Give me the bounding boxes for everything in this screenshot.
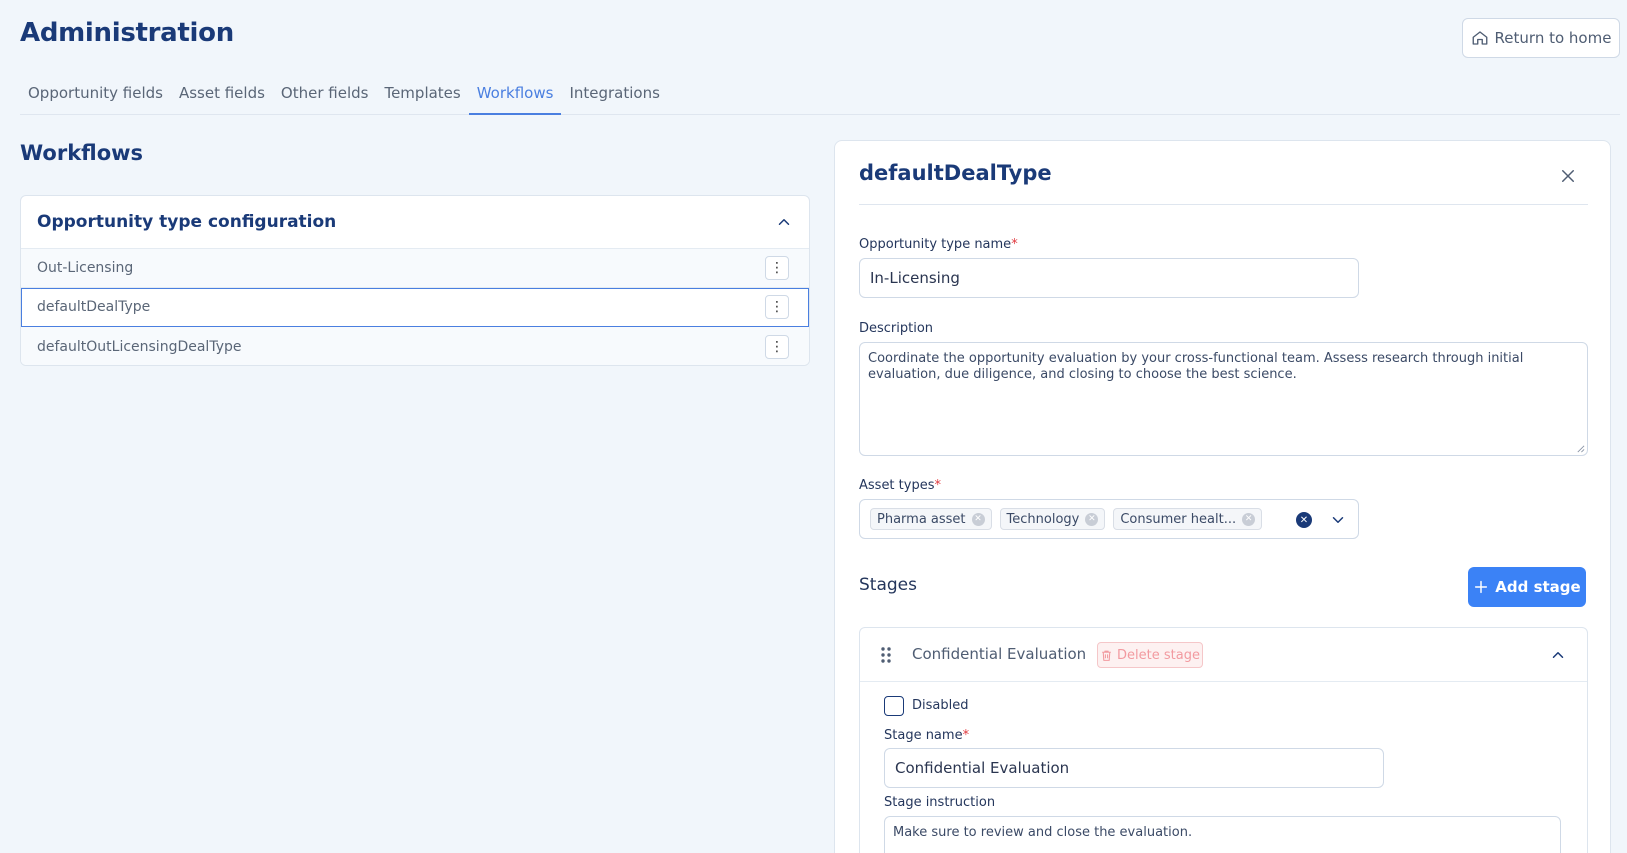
asset-type-chip: Pharma asset ✕: [870, 508, 992, 530]
required-asterisk: *: [962, 728, 970, 743]
return-home-button[interactable]: Return to home: [1462, 18, 1620, 58]
kebab-icon[interactable]: ⋮: [765, 334, 789, 359]
stage-name-input[interactable]: Confidential Evaluation: [884, 748, 1384, 788]
opportunity-type-detail-panel: defaultDealType Opportunity type name* I…: [834, 140, 1611, 853]
add-stage-button[interactable]: Add stage: [1468, 567, 1586, 607]
opportunity-type-config-card: Opportunity type configuration Out-Licen…: [20, 195, 810, 366]
chevron-up-icon[interactable]: [1549, 646, 1567, 664]
description-label: Description: [859, 321, 934, 336]
description-textarea[interactable]: Coordinate the opportunity evaluation by…: [859, 342, 1588, 456]
resize-handle-icon[interactable]: [1576, 444, 1585, 453]
chip-label: Pharma asset: [877, 511, 966, 527]
opportunity-type-label: defaultOutLicensingDealType: [37, 338, 242, 355]
required-asterisk: *: [1011, 237, 1018, 252]
stage-header[interactable]: Confidential Evaluation Delete stage: [860, 628, 1587, 682]
tab-asset-fields[interactable]: Asset fields: [171, 80, 273, 115]
label-text: Asset types: [859, 478, 935, 493]
config-title: Opportunity type configuration: [37, 212, 337, 232]
stage-name-label: Stage name*: [884, 728, 969, 743]
clear-all-icon[interactable]: ✕: [1296, 512, 1312, 528]
page-title: Administration: [20, 18, 234, 48]
stage-name-heading: Confidential Evaluation: [912, 645, 1087, 663]
chevron-up-icon[interactable]: [775, 213, 793, 231]
disabled-label: Disabled: [912, 698, 969, 713]
divider: [859, 204, 1588, 205]
tab-opportunity-fields[interactable]: Opportunity fields: [20, 80, 171, 115]
instruction-value: Make sure to review and close the evalua…: [893, 825, 1193, 840]
stages-title: Stages: [859, 575, 917, 595]
detail-title: defaultDealType: [859, 161, 1052, 185]
delete-stage-label: Delete stage: [1117, 647, 1200, 663]
plus-icon: [1475, 580, 1488, 594]
chip-label: Consumer healt...: [1120, 511, 1237, 527]
stage-instruction-label: Stage instruction: [884, 795, 996, 810]
disabled-checkbox[interactable]: [884, 696, 904, 716]
opportunity-type-row-selected[interactable]: defaultDealType ⋮: [21, 288, 809, 327]
tab-workflows[interactable]: Workflows: [468, 80, 562, 115]
tab-templates[interactable]: Templates: [376, 80, 468, 115]
opportunity-type-row[interactable]: defaultOutLicensingDealType ⋮: [21, 327, 809, 365]
input-value: Confidential Evaluation: [895, 759, 1070, 777]
opportunity-type-name-label: Opportunity type name*: [859, 237, 1018, 252]
close-icon[interactable]: [1559, 167, 1577, 185]
kebab-icon[interactable]: ⋮: [765, 256, 789, 280]
opportunity-type-label: defaultDealType: [37, 299, 151, 315]
admin-tabs: Opportunity fields Asset fields Other fi…: [20, 80, 1620, 115]
delete-stage-button[interactable]: Delete stage: [1097, 642, 1203, 668]
remove-chip-icon[interactable]: ✕: [971, 512, 985, 526]
home-icon: [1472, 31, 1487, 45]
trash-icon: [1102, 650, 1111, 661]
remove-chip-icon[interactable]: ✕: [1242, 512, 1256, 526]
opportunity-type-row[interactable]: Out-Licensing ⋮: [21, 249, 809, 288]
description-value: Coordinate the opportunity evaluation by…: [868, 351, 1524, 382]
asset-type-chip: Consumer healt... ✕: [1113, 508, 1263, 530]
config-header[interactable]: Opportunity type configuration: [21, 196, 809, 249]
stage-instruction-textarea[interactable]: Make sure to review and close the evalua…: [884, 816, 1561, 853]
label-text: Opportunity type name: [859, 237, 1012, 252]
tab-integrations[interactable]: Integrations: [561, 80, 667, 115]
add-stage-label: Add stage: [1495, 578, 1581, 596]
asset-types-label: Asset types*: [859, 478, 941, 493]
kebab-icon[interactable]: ⋮: [765, 295, 789, 319]
opportunity-type-name-input[interactable]: In-Licensing: [859, 258, 1359, 298]
chip-label: Technology: [1006, 511, 1080, 527]
admin-page: Administration Return to home Opportunit…: [0, 0, 1627, 853]
label-text: Stage name: [884, 728, 963, 743]
chevron-down-icon[interactable]: [1329, 511, 1347, 529]
input-value: In-Licensing: [870, 269, 960, 287]
tab-other-fields[interactable]: Other fields: [273, 80, 377, 115]
required-asterisk: *: [934, 478, 941, 493]
section-title: Workflows: [20, 141, 144, 165]
remove-chip-icon[interactable]: ✕: [1085, 512, 1099, 526]
stage-card: Confidential Evaluation Delete stage Dis…: [859, 627, 1588, 853]
return-home-label: Return to home: [1494, 29, 1612, 47]
drag-handle-icon[interactable]: [880, 646, 892, 664]
asset-type-chip: Technology ✕: [999, 508, 1106, 530]
opportunity-type-label: Out-Licensing: [37, 260, 134, 276]
asset-types-select[interactable]: Pharma asset ✕ Technology ✕ Consumer hea…: [859, 499, 1359, 539]
